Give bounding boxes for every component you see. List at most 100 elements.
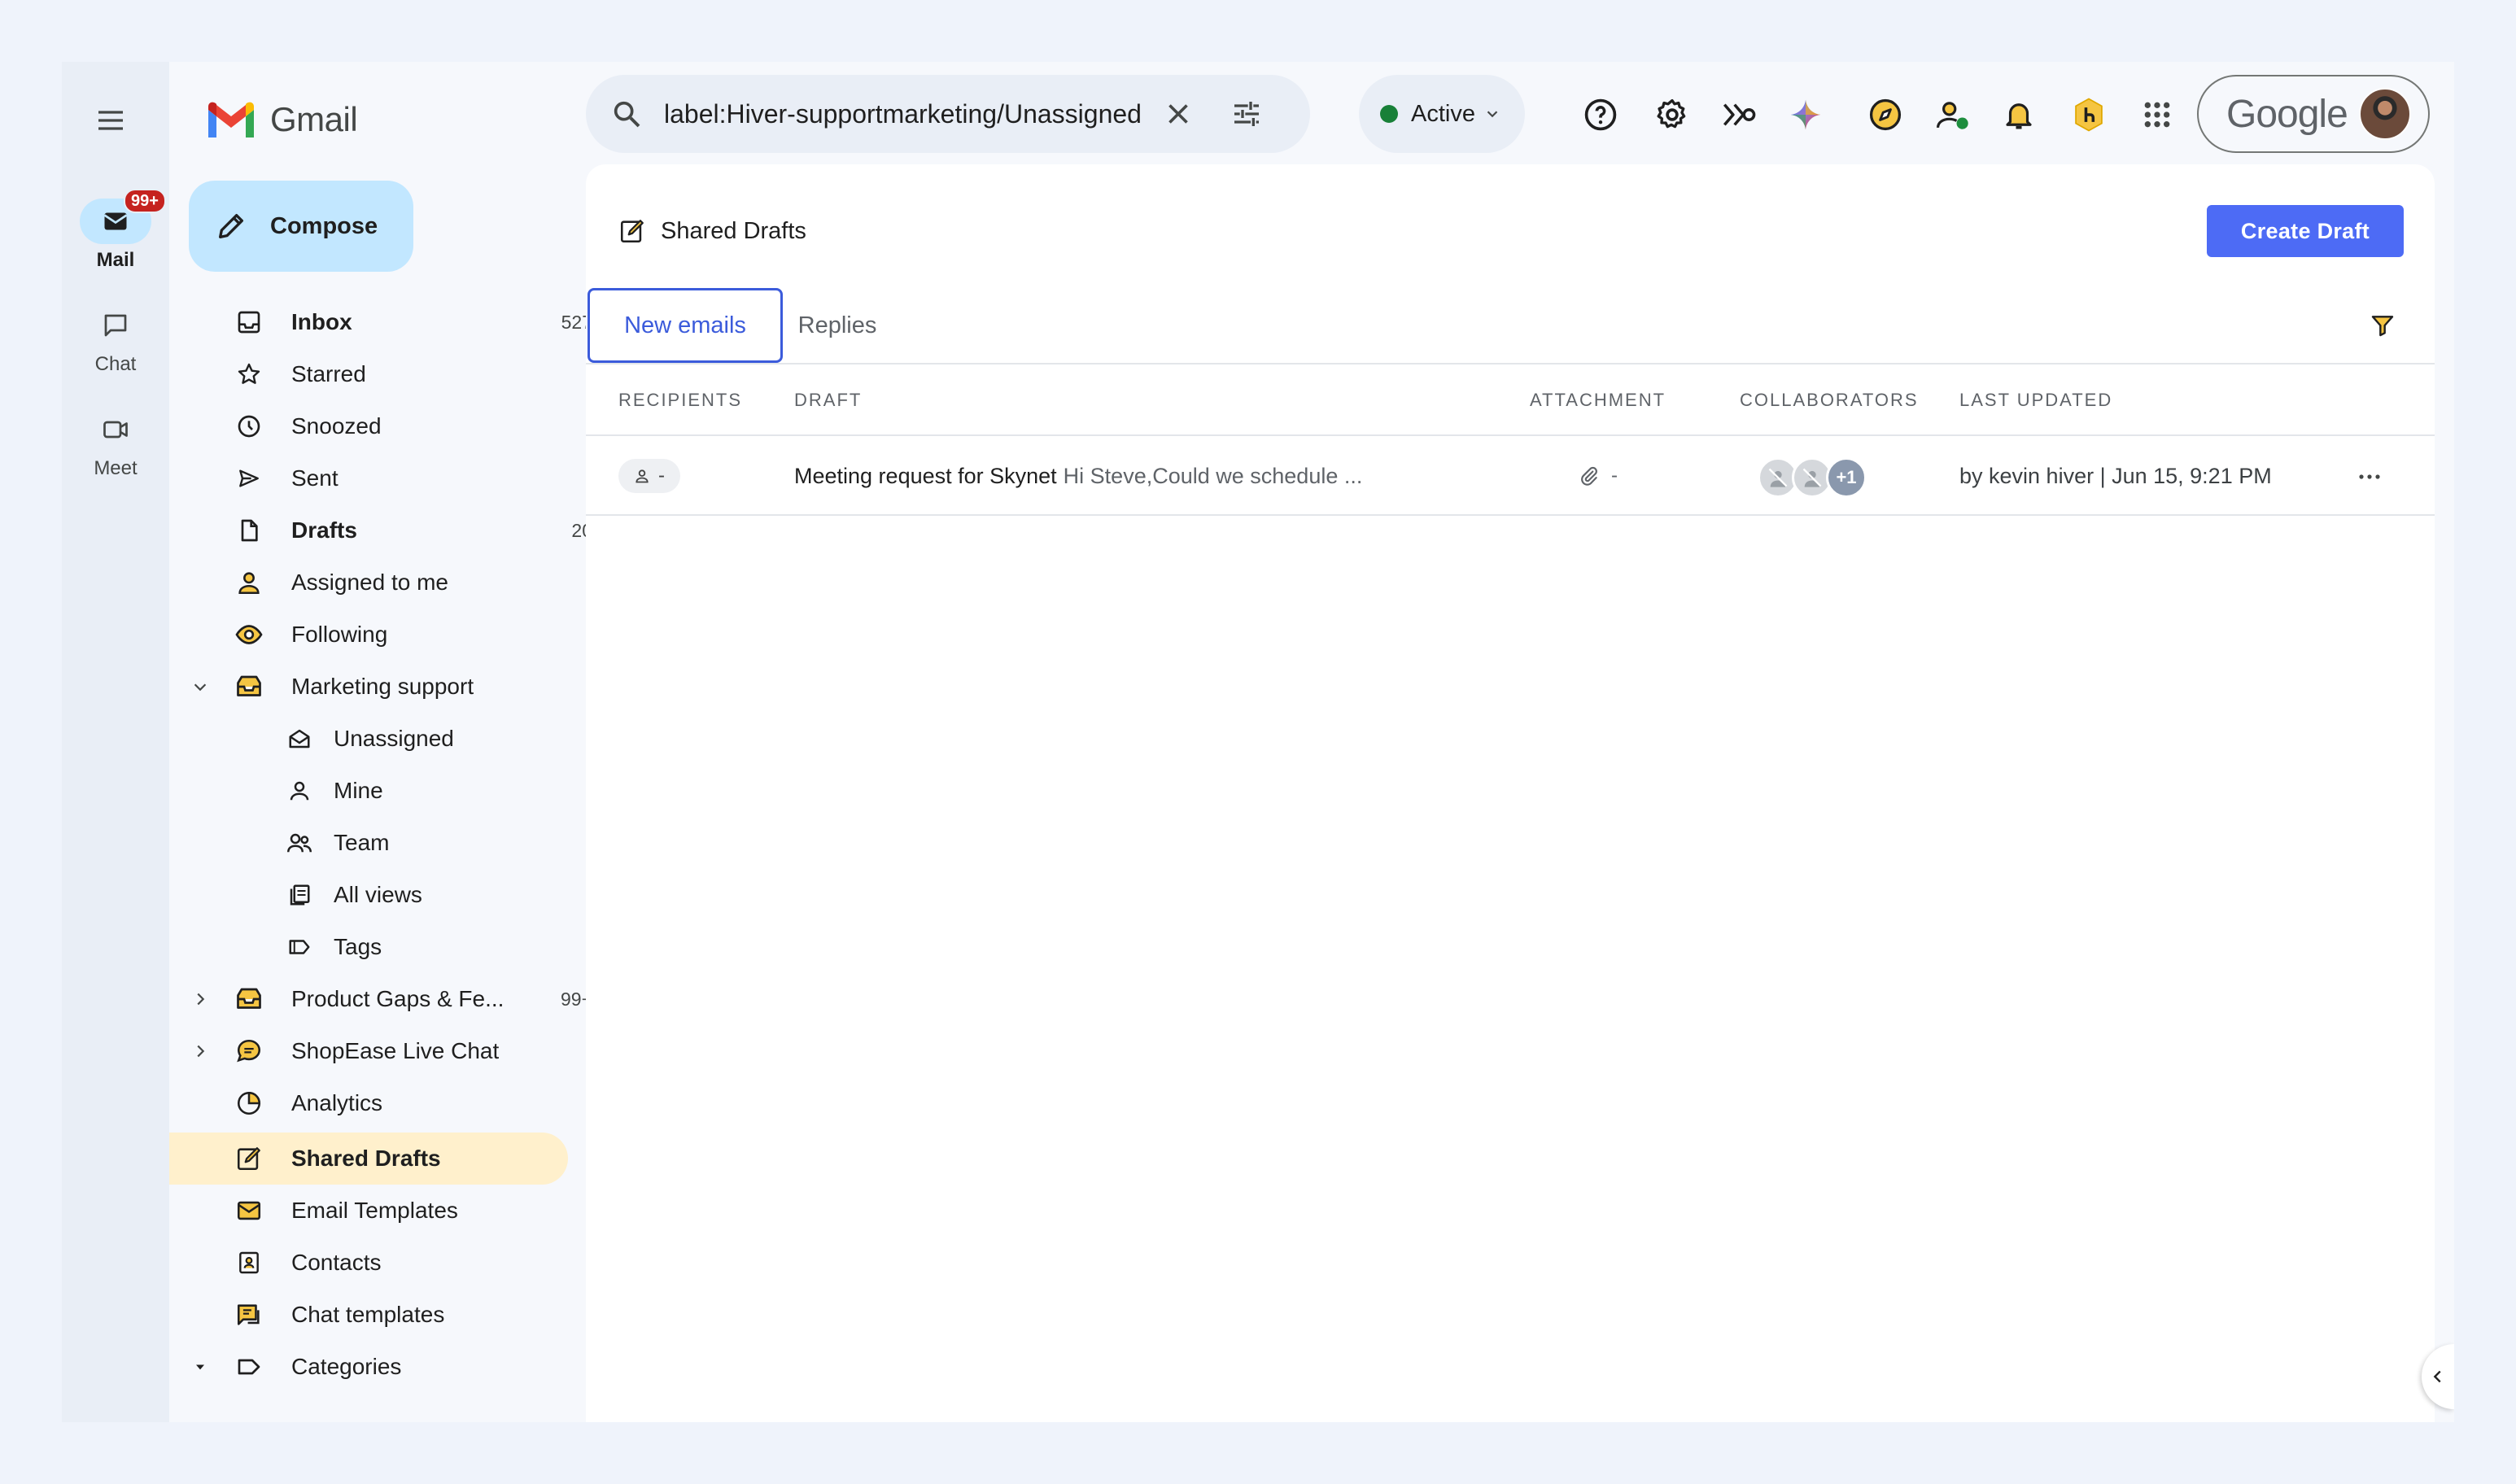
sidebar-item-mine[interactable]: Mine xyxy=(283,766,609,815)
recipients-chip[interactable]: - xyxy=(618,459,680,493)
sidebar-item-analytics[interactable]: Analytics xyxy=(233,1079,599,1128)
rail-label-meet: Meet xyxy=(94,457,138,479)
sidebar-label-snoozed: Snoozed xyxy=(291,413,382,439)
sidebar-item-all-views[interactable]: All views xyxy=(283,871,609,919)
google-apps-button[interactable] xyxy=(2137,94,2177,135)
pie-chart-icon xyxy=(237,1091,261,1115)
person-outline-icon xyxy=(290,781,309,801)
hiver-compass-button[interactable] xyxy=(1865,94,1906,135)
sidebar-item-sent[interactable]: Sent xyxy=(233,454,599,503)
clock-icon xyxy=(238,415,260,438)
help-icon xyxy=(1584,98,1617,131)
create-draft-button[interactable]: Create Draft xyxy=(2207,205,2404,257)
star-icon xyxy=(238,363,260,384)
sidebar-label-analytics: Analytics xyxy=(291,1090,383,1115)
collaborators-cell[interactable]: +1 xyxy=(1758,457,1867,498)
avatar[interactable] xyxy=(2358,88,2411,140)
shared-drafts-panel: Shared Drafts Create Draft New emails Re… xyxy=(586,164,2435,1422)
tab-replies[interactable]: Replies xyxy=(784,288,890,363)
sidebar-item-chat-templates[interactable]: Chat templates xyxy=(233,1290,599,1339)
gemini-button[interactable] xyxy=(1785,94,1826,135)
person-small-icon xyxy=(636,469,649,483)
sidebar-item-inbox[interactable]: Inbox 527 xyxy=(233,298,599,347)
sidebar-item-marketing-support[interactable]: Marketing support xyxy=(233,662,599,711)
rail-item-chat[interactable]: Chat xyxy=(62,303,169,376)
chat-bubble-icon xyxy=(237,1039,261,1063)
draft-cell[interactable]: Meeting request for Skynet Hi Steve,Coul… xyxy=(794,436,1362,516)
shopease-expand-toggle[interactable] xyxy=(186,1027,215,1076)
chat-icon xyxy=(104,314,127,337)
mail-unread-badge: 99+ xyxy=(124,189,166,213)
search-icon[interactable] xyxy=(610,98,643,130)
chevron-right-icon xyxy=(197,993,205,1006)
sidebar-label-shared-drafts: Shared Drafts xyxy=(291,1146,441,1171)
rail-item-meet[interactable]: Meet xyxy=(62,407,169,480)
envelope-open-icon xyxy=(289,729,310,749)
sidebar-item-assigned-to-me[interactable]: Assigned to me xyxy=(233,558,599,607)
hiver-availability-button[interactable] xyxy=(1933,94,1974,135)
person-icon xyxy=(238,572,260,595)
sidebar-item-shopease-live-chat[interactable]: ShopEase Live Chat xyxy=(233,1027,599,1076)
sidebar-item-email-templates[interactable]: Email Templates xyxy=(233,1186,599,1235)
sidebar-item-shared-drafts[interactable]: Shared Drafts xyxy=(233,1134,599,1183)
table-row[interactable]: - Meeting request for Skynet Hi Steve,Co… xyxy=(586,436,2435,516)
sidebar-label-inbox: Inbox xyxy=(291,309,352,334)
column-header-recipients: RECIPIENTS xyxy=(618,390,743,410)
send-icon xyxy=(239,469,259,487)
notifications-button[interactable] xyxy=(1998,94,2039,135)
draft-subject: Meeting request for Skynet xyxy=(794,463,1057,488)
gmail-window: 99+ Mail Chat Meet Gmail Compose Inbox 5… xyxy=(62,62,2454,1422)
help-button[interactable] xyxy=(1580,94,1621,135)
sidebar-item-tags[interactable]: Tags xyxy=(283,923,609,971)
account-switcher[interactable]: Google xyxy=(2197,75,2430,153)
search-bar[interactable]: label:Hiver-supportmarketing/Unassigned xyxy=(586,75,1310,153)
search-input[interactable]: label:Hiver-supportmarketing/Unassigned xyxy=(664,99,1152,129)
sidebar-label-contacts: Contacts xyxy=(291,1250,382,1275)
hiver-workflow-button[interactable] xyxy=(1719,94,1759,135)
chevron-down-icon xyxy=(1487,111,1498,118)
row-more-button[interactable] xyxy=(2353,460,2386,493)
draft-tabs: New emails Replies xyxy=(586,288,2435,364)
productgaps-expand-toggle[interactable] xyxy=(186,975,215,1024)
status-selector[interactable]: Active xyxy=(1359,75,1525,153)
status-dot xyxy=(1380,105,1398,123)
sidebar-item-categories[interactable]: Categories xyxy=(233,1342,599,1391)
sidebar-item-unassigned[interactable]: Unassigned 1 xyxy=(283,714,609,763)
label-icon xyxy=(238,1359,260,1375)
menu-icon xyxy=(98,111,123,130)
search-options-icon[interactable] xyxy=(1230,98,1263,130)
sidebar-item-contacts[interactable]: Contacts xyxy=(233,1238,599,1287)
sidebar-label-team: Team xyxy=(334,830,390,855)
close-icon[interactable] xyxy=(1164,99,1193,129)
draft-snippet: Hi Steve,Could we schedule ... xyxy=(1063,463,1363,488)
marketing-collapse-toggle[interactable] xyxy=(186,662,215,711)
eye-icon xyxy=(235,625,263,644)
sidebar-label-starred: Starred xyxy=(291,361,366,386)
sidebar-label-all-views: All views xyxy=(334,882,422,907)
filter-button[interactable] xyxy=(2370,312,2396,338)
mail-icon xyxy=(103,212,128,230)
sidebar-label-drafts: Drafts xyxy=(291,517,357,543)
sidebar-item-team[interactable]: Team xyxy=(283,818,609,867)
settings-button[interactable] xyxy=(1652,94,1693,135)
hiver-app-button[interactable] xyxy=(2068,94,2109,135)
sidebar-label-tags: Tags xyxy=(334,934,382,959)
sidebar-label-mine: Mine xyxy=(334,778,383,803)
column-header-collaborators: COLLABORATORS xyxy=(1740,390,1919,410)
draft-file-icon xyxy=(241,519,258,542)
sidebar-item-snoozed[interactable]: Snoozed xyxy=(233,402,599,451)
chevron-down-icon xyxy=(194,683,207,692)
person-placeholder-icon xyxy=(1768,468,1788,487)
tab-new-emails[interactable]: New emails xyxy=(588,288,783,363)
main-menu-button[interactable] xyxy=(86,96,135,145)
sidebar-item-following[interactable]: Following xyxy=(233,610,599,659)
rail-label-chat: Chat xyxy=(94,353,137,375)
sidebar-item-starred[interactable]: Starred xyxy=(233,350,599,399)
sidebar-label-assigned: Assigned to me xyxy=(291,570,448,595)
page-header: Shared Drafts xyxy=(618,212,806,251)
sidebar-item-product-gaps[interactable]: Product Gaps & Fe... 99+ xyxy=(233,975,599,1024)
categories-toggle[interactable] xyxy=(186,1342,215,1391)
rail-item-mail[interactable]: 99+ Mail xyxy=(62,189,169,272)
gear-icon xyxy=(1657,98,1686,129)
sidebar-item-drafts[interactable]: Drafts 20 xyxy=(233,506,599,555)
